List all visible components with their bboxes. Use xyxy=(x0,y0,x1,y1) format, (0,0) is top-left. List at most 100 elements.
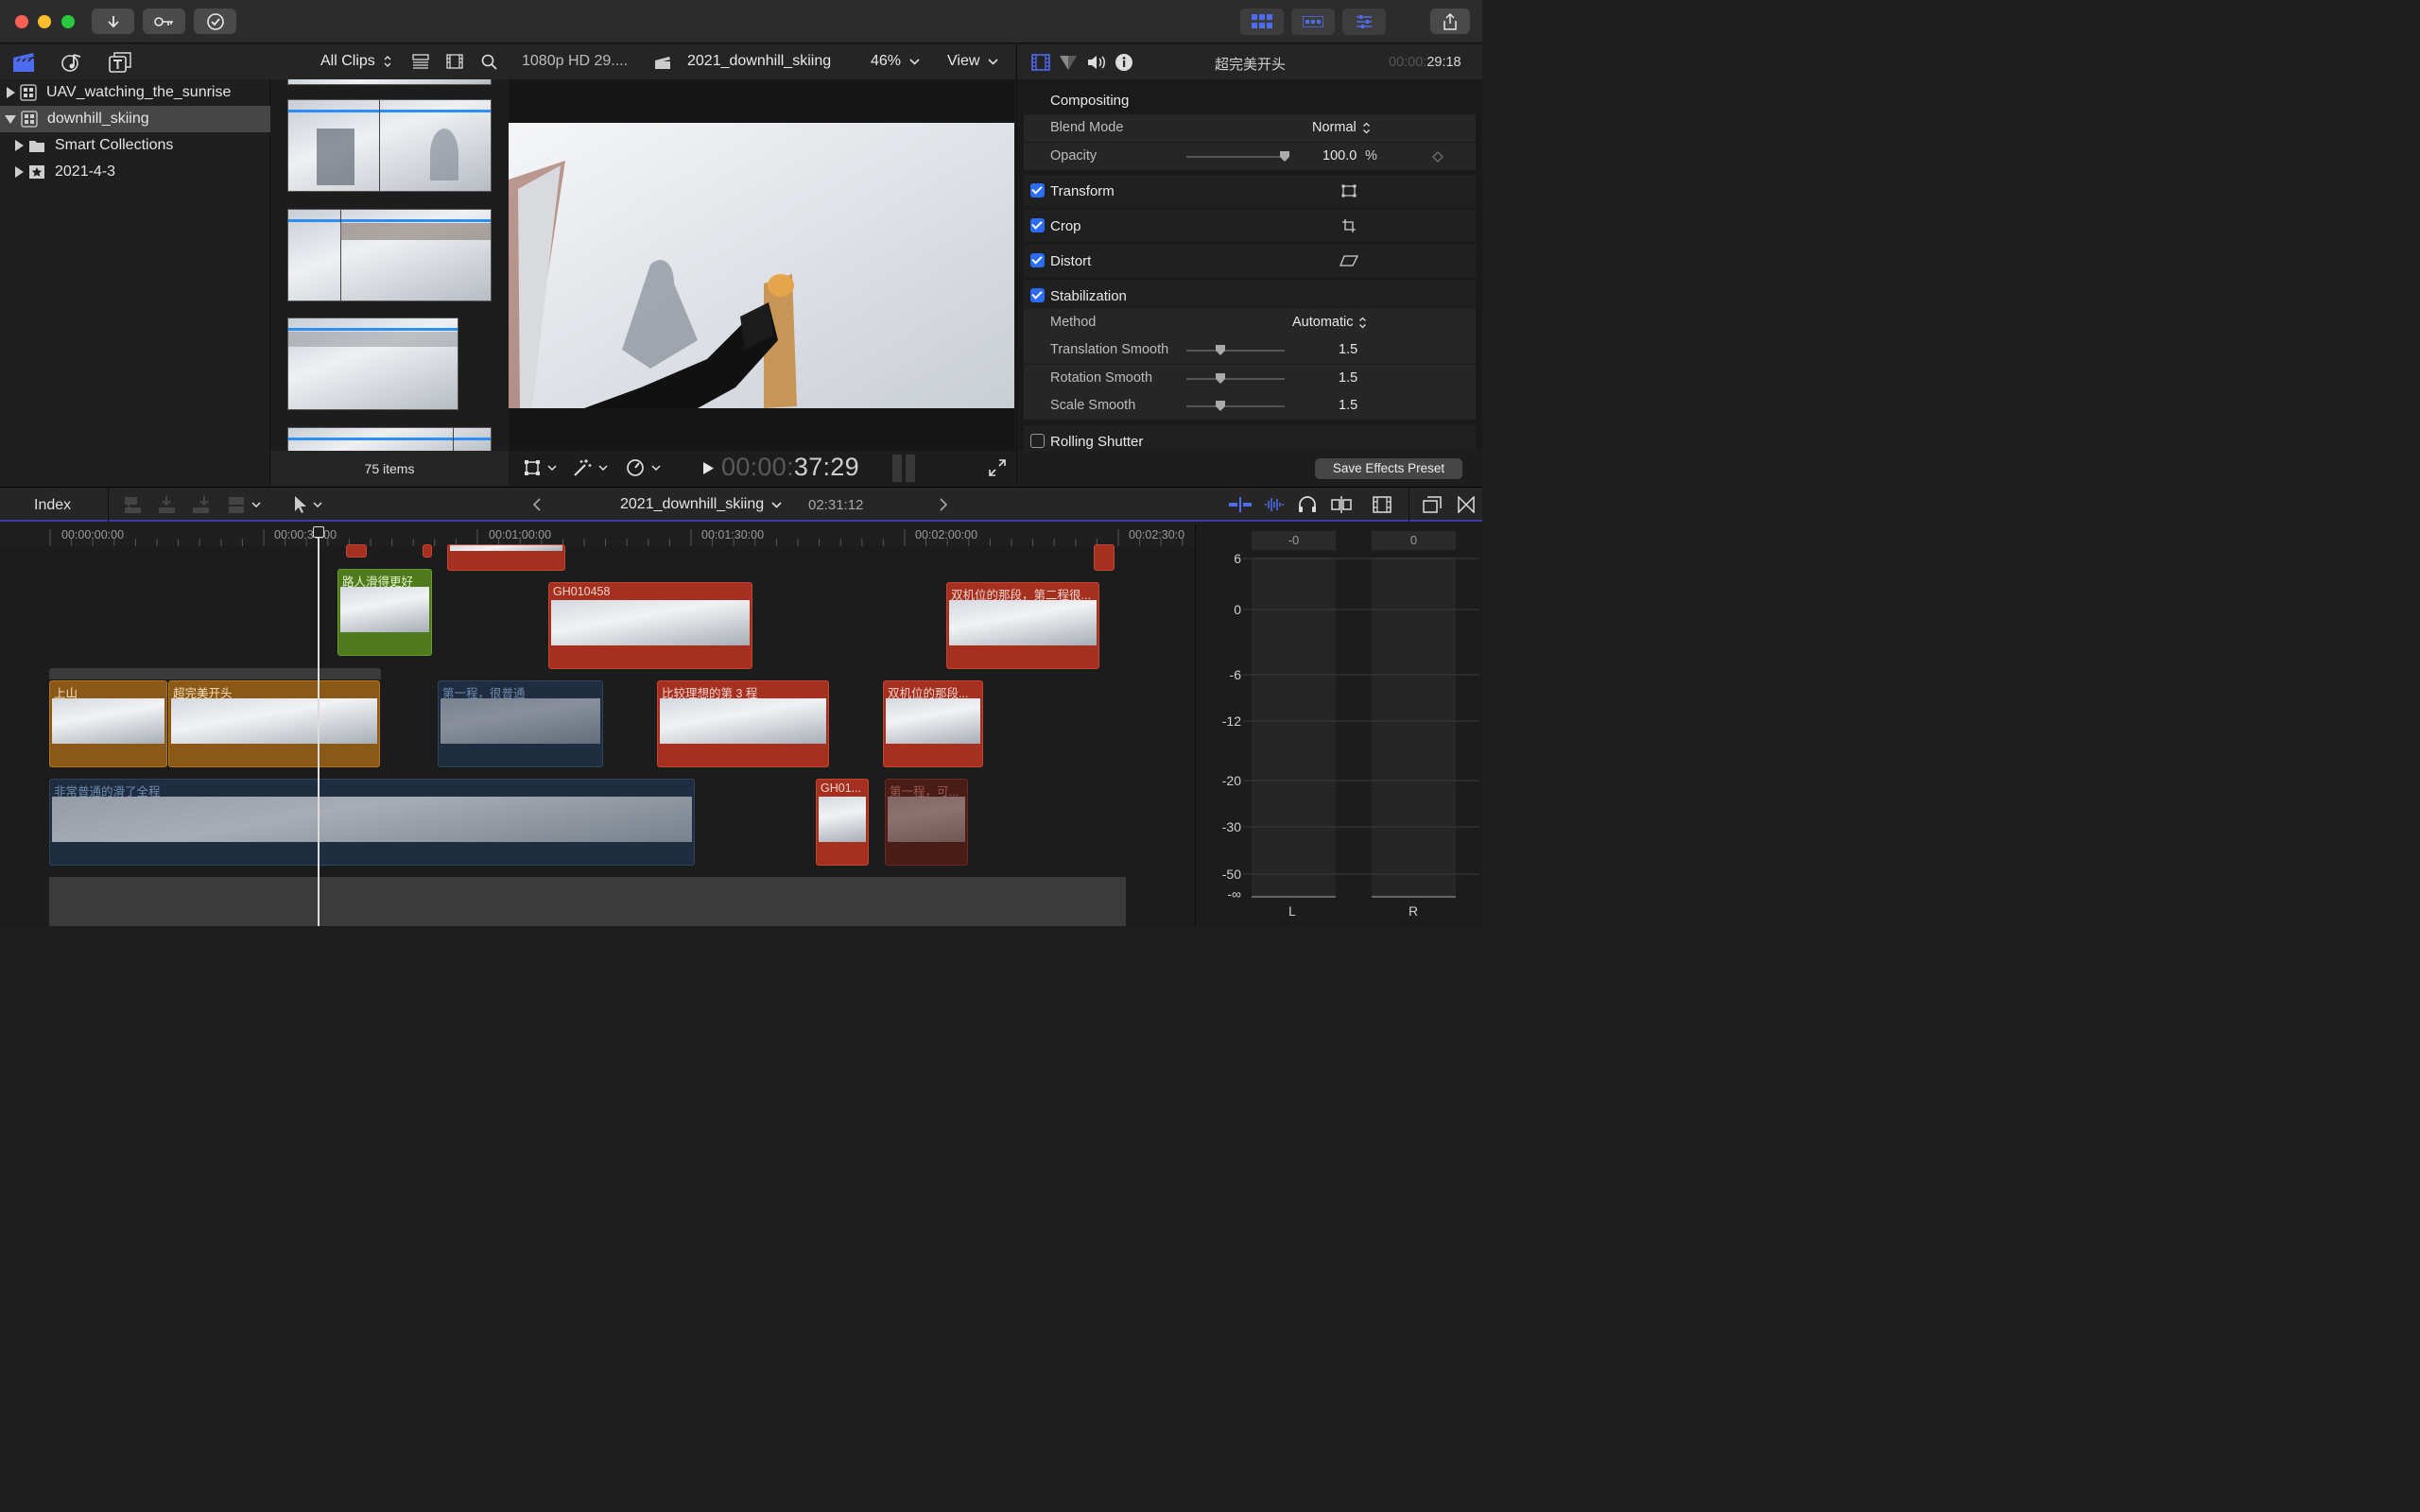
transform-onscreen-icon[interactable] xyxy=(1341,184,1357,198)
background-tasks-button[interactable] xyxy=(194,9,236,34)
timeline-clip[interactable]: 双机位的那段，第二程很... xyxy=(946,582,1099,669)
view-menu[interactable]: View xyxy=(947,53,998,70)
translation-smooth-slider[interactable] xyxy=(1186,345,1285,355)
connect-clip-icon[interactable] xyxy=(123,495,142,514)
library-item-2021-4-3[interactable]: 2021-4-3 xyxy=(0,159,270,185)
blend-mode-popup[interactable]: Normal xyxy=(1312,120,1371,135)
timeline-clip[interactable]: 双机位的那段... xyxy=(883,680,983,767)
rotation-smooth-value[interactable]: 1.5 xyxy=(1339,370,1357,386)
timeline-clip[interactable]: 路人滑得更好 xyxy=(337,569,432,656)
disclosure-triangle-icon[interactable] xyxy=(15,140,24,151)
slider-knob[interactable] xyxy=(1216,373,1225,384)
rolling-shutter-checkbox[interactable] xyxy=(1030,434,1045,448)
disclosure-triangle-icon[interactable] xyxy=(5,114,16,124)
audio-inspector-tab[interactable] xyxy=(1086,54,1107,71)
timeline-clip[interactable]: GH01... xyxy=(816,779,869,866)
transform-tools-popup[interactable] xyxy=(524,459,557,476)
snapping-icon[interactable] xyxy=(1331,496,1352,513)
crop-checkbox[interactable] xyxy=(1030,218,1045,232)
info-inspector-tab[interactable] xyxy=(1115,53,1133,72)
show-browser-button[interactable] xyxy=(1240,9,1284,35)
show-inspector-button[interactable] xyxy=(1342,9,1386,35)
clip-thumbnail[interactable] xyxy=(287,209,492,301)
opacity-slider[interactable] xyxy=(1186,151,1289,162)
tools-popup[interactable] xyxy=(293,495,322,514)
transform-checkbox[interactable] xyxy=(1030,183,1045,198)
project-name-popup[interactable]: 2021_downhill_skiing xyxy=(620,496,782,513)
timeline-clip[interactable]: 非常普通的滑了全程 xyxy=(49,779,695,866)
rotation-smooth-slider[interactable] xyxy=(1186,373,1285,384)
clip-appearance-button[interactable] xyxy=(412,54,429,69)
timeline-clip[interactable]: 上山 xyxy=(49,680,167,767)
timeline-ruler[interactable]: 00:00:00:00 00:00:30:00 00:01:00:00 00:0… xyxy=(0,524,1194,546)
effects-browser-icon[interactable] xyxy=(1423,496,1442,513)
zoom-window-button[interactable] xyxy=(61,15,75,28)
clip-appearance-icon[interactable] xyxy=(1373,496,1392,513)
timeline-index-button[interactable]: Index xyxy=(34,497,71,514)
fullscreen-button[interactable] xyxy=(989,459,1006,476)
clip-thumbnail[interactable] xyxy=(287,79,492,85)
append-clip-icon[interactable] xyxy=(191,495,210,514)
minimize-window-button[interactable] xyxy=(38,15,51,28)
timeline-clip[interactable]: 超完美开头 xyxy=(168,680,380,767)
crop-onscreen-icon[interactable] xyxy=(1341,218,1357,233)
clip-thumbnail[interactable] xyxy=(287,427,492,451)
import-button[interactable] xyxy=(92,9,134,34)
library-item-smart-collections[interactable]: Smart Collections xyxy=(0,132,270,159)
keyframe-diamond-icon[interactable] xyxy=(1432,151,1443,163)
clip-thumbnail[interactable] xyxy=(287,318,458,410)
share-button[interactable] xyxy=(1430,9,1470,34)
skimming-icon[interactable] xyxy=(1229,497,1252,512)
timeline-clip[interactable] xyxy=(1094,544,1115,571)
timeline-clip[interactable] xyxy=(423,544,432,558)
disclosure-triangle-icon[interactable] xyxy=(7,87,15,98)
distort-checkbox[interactable] xyxy=(1030,253,1045,267)
retime-popup[interactable] xyxy=(626,458,661,477)
playhead[interactable] xyxy=(318,529,320,926)
close-window-button[interactable] xyxy=(15,15,28,28)
translation-smooth-value[interactable]: 1.5 xyxy=(1339,342,1357,357)
clip-thumbnail[interactable] xyxy=(287,99,492,192)
timeline-clip[interactable]: 比较理想的第 3 程 xyxy=(657,680,829,767)
enhancements-popup[interactable] xyxy=(573,458,608,477)
color-inspector-tab[interactable] xyxy=(1059,54,1078,71)
stabilization-method-popup[interactable]: Automatic xyxy=(1292,315,1367,330)
timeline-history-forward-icon[interactable] xyxy=(939,498,948,511)
timeline-clip[interactable] xyxy=(346,544,367,558)
show-timeline-button[interactable] xyxy=(1291,9,1335,35)
insert-clip-icon[interactable] xyxy=(157,495,176,514)
clip-filter-popup[interactable]: All Clips xyxy=(320,53,392,70)
keywords-button[interactable] xyxy=(143,9,185,34)
library-item-uav[interactable]: UAV_watching_the_sunrise xyxy=(0,79,270,106)
titles-generators-tab[interactable] xyxy=(109,52,131,73)
browser-search-button[interactable] xyxy=(481,54,497,70)
playhead-handle[interactable] xyxy=(313,526,324,538)
stabilization-checkbox[interactable] xyxy=(1030,288,1045,302)
viewer-timecode[interactable]: 00:00:37:29 xyxy=(721,453,859,482)
slider-knob[interactable] xyxy=(1280,151,1289,162)
timeline-history-back-icon[interactable] xyxy=(532,498,542,511)
primary-storyline-gap[interactable] xyxy=(49,877,1126,926)
timeline[interactable]: 00:00:00:00 00:00:30:00 00:01:00:00 00:0… xyxy=(0,524,1194,926)
photos-audio-tab[interactable] xyxy=(60,52,83,73)
opacity-value[interactable]: 100.0 xyxy=(1322,148,1357,163)
scale-smooth-slider[interactable] xyxy=(1186,401,1285,411)
filmstrip-view-button[interactable] xyxy=(446,54,463,69)
zoom-popup[interactable]: 46% xyxy=(871,53,920,70)
headphones-icon[interactable] xyxy=(1298,496,1317,513)
timeline-clip[interactable]: 第一程，可... xyxy=(885,779,968,866)
overwrite-clip-popup[interactable] xyxy=(227,495,261,514)
slider-knob[interactable] xyxy=(1216,345,1225,355)
play-button[interactable] xyxy=(702,461,715,475)
timeline-clip[interactable]: GH010458 xyxy=(548,582,752,669)
transitions-browser-icon[interactable] xyxy=(1458,496,1475,513)
distort-onscreen-icon[interactable] xyxy=(1340,254,1358,267)
libraries-tab[interactable] xyxy=(12,52,35,73)
library-item-downhill-skiing[interactable]: downhill_skiing xyxy=(0,106,270,132)
slider-knob[interactable] xyxy=(1216,401,1225,411)
timeline-clip[interactable] xyxy=(447,544,565,571)
compound-clip-bar[interactable] xyxy=(49,668,381,679)
save-effects-preset-button[interactable]: Save Effects Preset xyxy=(1315,458,1462,479)
audio-skimming-icon[interactable] xyxy=(1264,497,1285,512)
disclosure-triangle-icon[interactable] xyxy=(15,166,24,178)
